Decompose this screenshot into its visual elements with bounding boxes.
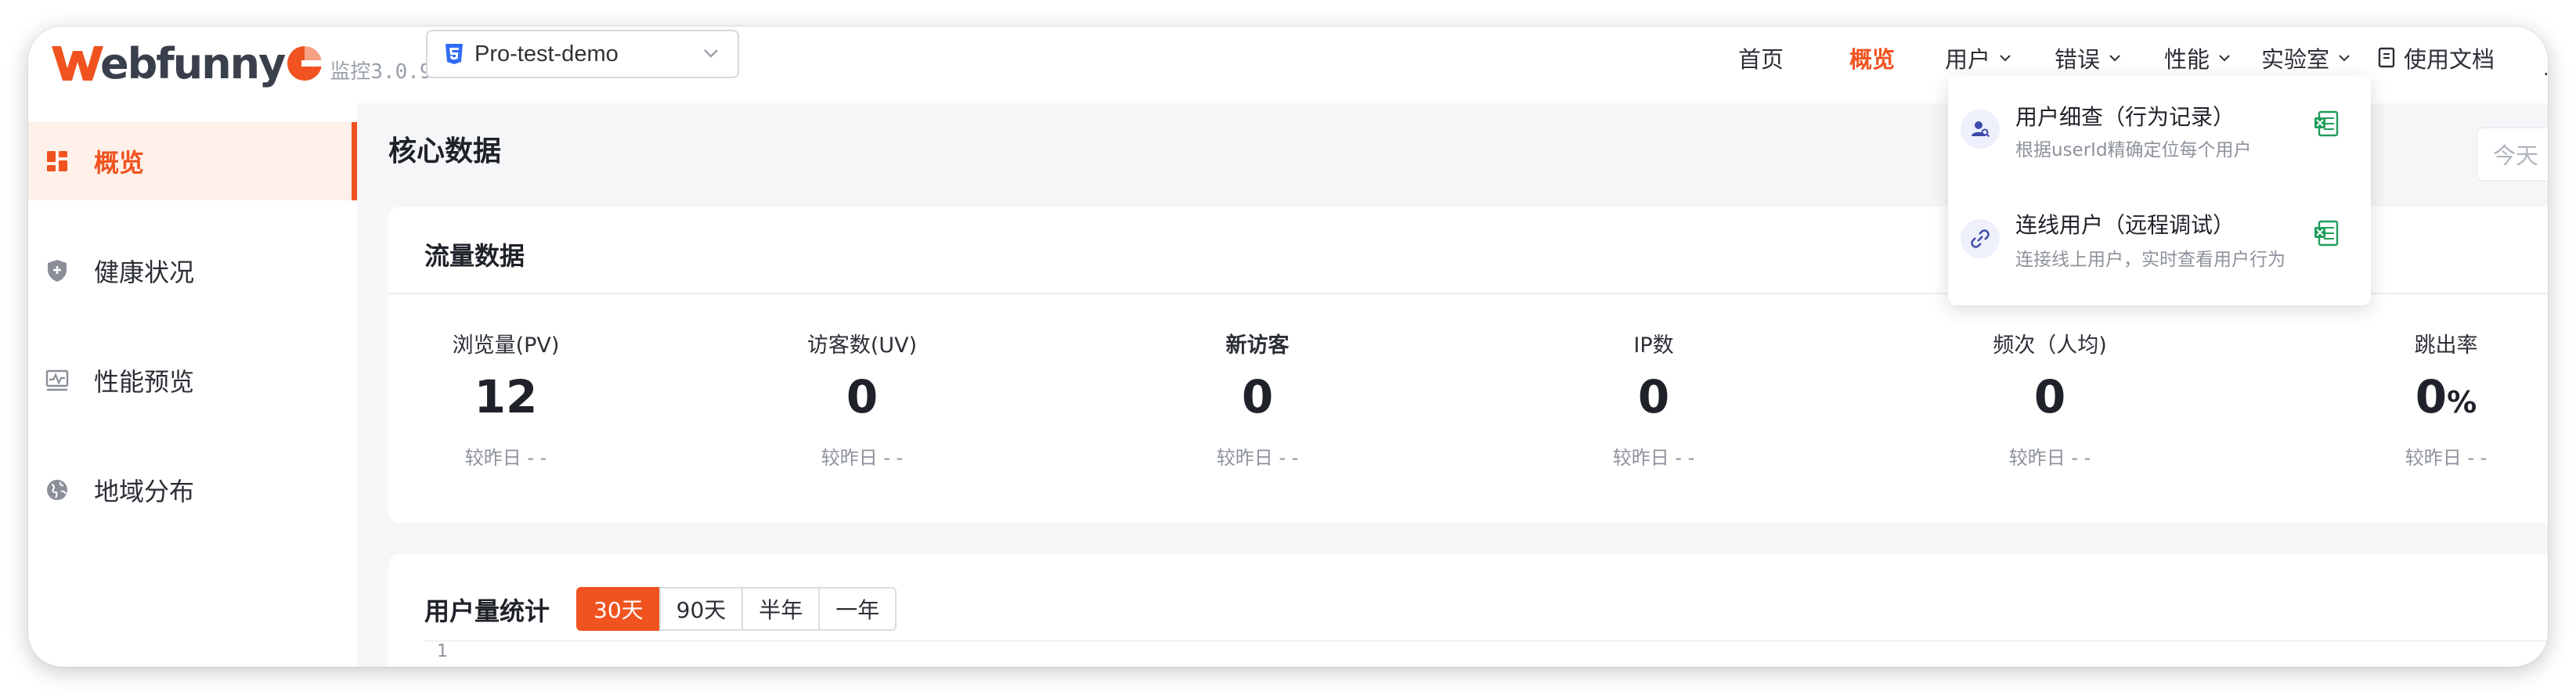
nav-errors-label: 错误 bbox=[2055, 46, 2101, 73]
chevron-down-icon bbox=[2219, 55, 2230, 62]
chevron-down-icon bbox=[2339, 55, 2350, 62]
html5-icon bbox=[446, 44, 463, 64]
sidebar-item-label: 概览 bbox=[94, 148, 145, 178]
nav-overview[interactable]: 概览 bbox=[1849, 41, 1895, 75]
logo-e-mark bbox=[287, 46, 323, 81]
sidebar-item-health[interactable]: 健康状况 bbox=[28, 232, 357, 310]
logo-w-mark bbox=[52, 46, 103, 81]
metric-label: IP数 bbox=[1633, 333, 1674, 358]
metric-label: 跳出率 bbox=[2414, 333, 2478, 358]
dropdown-item-live-user[interactable]: 连线用户（远程调试） 连接线上用户，实时查看用户行为 bbox=[1948, 185, 2371, 286]
range-button-half-year[interactable]: 半年 bbox=[741, 587, 821, 631]
range-button-one-year[interactable]: 一年 bbox=[818, 587, 897, 631]
metric-unit: % bbox=[2447, 385, 2477, 420]
metric-new-visitors: 新访客 0 较昨日 - - bbox=[1140, 328, 1375, 470]
range-toggle-group: 30天 90天 半年 一年 bbox=[576, 587, 897, 631]
range-button-30d[interactable]: 30天 bbox=[576, 587, 661, 631]
dropdown-item-desc: 连接线上用户，实时查看用户行为 bbox=[2015, 250, 2286, 270]
link-icon bbox=[1961, 219, 2000, 258]
date-range-today-button[interactable]: 今天 bbox=[2476, 127, 2548, 182]
project-select-value: Pro-test-demo bbox=[474, 41, 619, 67]
dashboard-icon bbox=[47, 151, 67, 171]
range-button-90d[interactable]: 90天 bbox=[658, 587, 744, 631]
nav-home-label: 首页 bbox=[1738, 46, 1784, 73]
nav-lab[interactable]: 实验室 bbox=[2261, 41, 2351, 75]
metric-compare: 较昨日 - - bbox=[464, 447, 547, 469]
page-title: 核心数据 bbox=[388, 135, 502, 167]
metric-value: 0 bbox=[2033, 370, 2066, 423]
user-stats-title: 用户量统计 bbox=[424, 596, 550, 626]
sidebar-item-performance[interactable]: 性能预览 bbox=[28, 341, 357, 420]
user-search-icon bbox=[1961, 110, 2000, 149]
dropdown-item-desc: 根据userId精确定位每个用户 bbox=[2015, 140, 2252, 160]
shield-icon bbox=[48, 260, 67, 282]
sidebar-item-overview[interactable]: 概览 bbox=[28, 122, 357, 200]
metric-compare: 较昨日 - - bbox=[2008, 447, 2091, 469]
nav-performance[interactable]: 性能 bbox=[2164, 41, 2231, 75]
nav-docs[interactable]: 使用文档 bbox=[2377, 41, 2495, 75]
metric-label: 新访客 bbox=[1225, 333, 1290, 358]
metric-frequency: 频次（人均) 0 较昨日 - - bbox=[1932, 328, 2167, 470]
metric-bounce-rate: 跳出率 0% 较昨日 - - bbox=[2329, 328, 2548, 470]
metric-compare: 较昨日 - - bbox=[2405, 447, 2488, 469]
metric-value: 0 bbox=[1241, 370, 1274, 423]
nav-lab-label: 实验室 bbox=[2261, 46, 2330, 73]
metric-pv: 浏览量(PV) 12 较昨日 - - bbox=[388, 328, 623, 470]
spreadsheet-icon[interactable] bbox=[2313, 219, 2340, 247]
header-edge-glyph: . bbox=[2543, 58, 2548, 80]
nav-users-label: 用户 bbox=[1945, 46, 1991, 73]
user-stats-card: 用户量统计 30天 90天 半年 一年 1 bbox=[388, 554, 2548, 667]
dropdown-item-title: 用户细查（行为记录） bbox=[2015, 104, 2235, 130]
metric-value: 0 bbox=[846, 370, 879, 423]
pulse-chart-icon bbox=[45, 369, 69, 391]
app-window: ebfunny 监控3.0.94 Pro-test-demo 首页 概览 用户 … bbox=[28, 27, 2548, 667]
metric-compare: 较昨日 - - bbox=[1612, 447, 1695, 469]
nav-overview-label: 概览 bbox=[1849, 46, 1896, 73]
metric-label: 频次（人均) bbox=[1993, 333, 2107, 358]
nav-home[interactable]: 首页 bbox=[1738, 41, 1784, 75]
nav-performance-label: 性能 bbox=[2164, 46, 2210, 73]
metric-uv: 访客数(UV) 0 较昨日 - - bbox=[745, 328, 980, 470]
metric-label: 浏览量(PV) bbox=[452, 333, 560, 358]
nav-errors[interactable]: 错误 bbox=[2055, 41, 2122, 75]
metric-value: 0 bbox=[1637, 370, 1670, 423]
sidebar: 概览 健康状况 性能预览 地域分布 bbox=[28, 103, 357, 667]
users-dropdown-menu: 用户细查（行为记录） 根据userId精确定位每个用户 连线用户（远程调试） 连… bbox=[1948, 75, 2371, 305]
traffic-card-title: 流量数据 bbox=[424, 241, 525, 271]
spreadsheet-icon[interactable] bbox=[2313, 110, 2340, 138]
nav-docs-label: 使用文档 bbox=[2404, 46, 2495, 73]
document-icon bbox=[2378, 47, 2395, 68]
chevron-down-icon bbox=[2000, 55, 2011, 62]
sidebar-item-geo[interactable]: 地域分布 bbox=[28, 451, 357, 529]
metric-value: 0 bbox=[2415, 370, 2448, 423]
nav-users[interactable]: 用户 bbox=[1945, 41, 2012, 75]
chevron-down-icon bbox=[704, 49, 718, 58]
sidebar-item-label: 健康状况 bbox=[94, 257, 195, 287]
logo-text: ebfunny bbox=[100, 38, 286, 88]
logo[interactable]: ebfunny 监控3.0.94 bbox=[50, 28, 444, 99]
globe-icon bbox=[47, 480, 67, 500]
dropdown-item-user-detail[interactable]: 用户细查（行为记录） 根据userId精确定位每个用户 bbox=[1948, 75, 2371, 177]
sidebar-item-label: 地域分布 bbox=[94, 477, 195, 506]
metric-compare: 较昨日 - - bbox=[1216, 447, 1299, 469]
chart-gridline bbox=[424, 640, 2548, 642]
metric-ip: IP数 0 较昨日 - - bbox=[1536, 328, 1771, 470]
chart-y-tick: 1 bbox=[437, 642, 448, 661]
sidebar-item-label: 性能预览 bbox=[94, 367, 195, 397]
metric-value: 12 bbox=[474, 370, 538, 423]
chevron-down-icon bbox=[2109, 55, 2120, 62]
metric-compare: 较昨日 - - bbox=[821, 447, 904, 469]
metric-label: 访客数(UV) bbox=[806, 333, 918, 358]
dropdown-item-title: 连线用户（远程调试） bbox=[2015, 212, 2235, 238]
metric-value-wrap: 0% bbox=[2329, 370, 2548, 428]
project-select[interactable]: Pro-test-demo bbox=[426, 30, 739, 78]
